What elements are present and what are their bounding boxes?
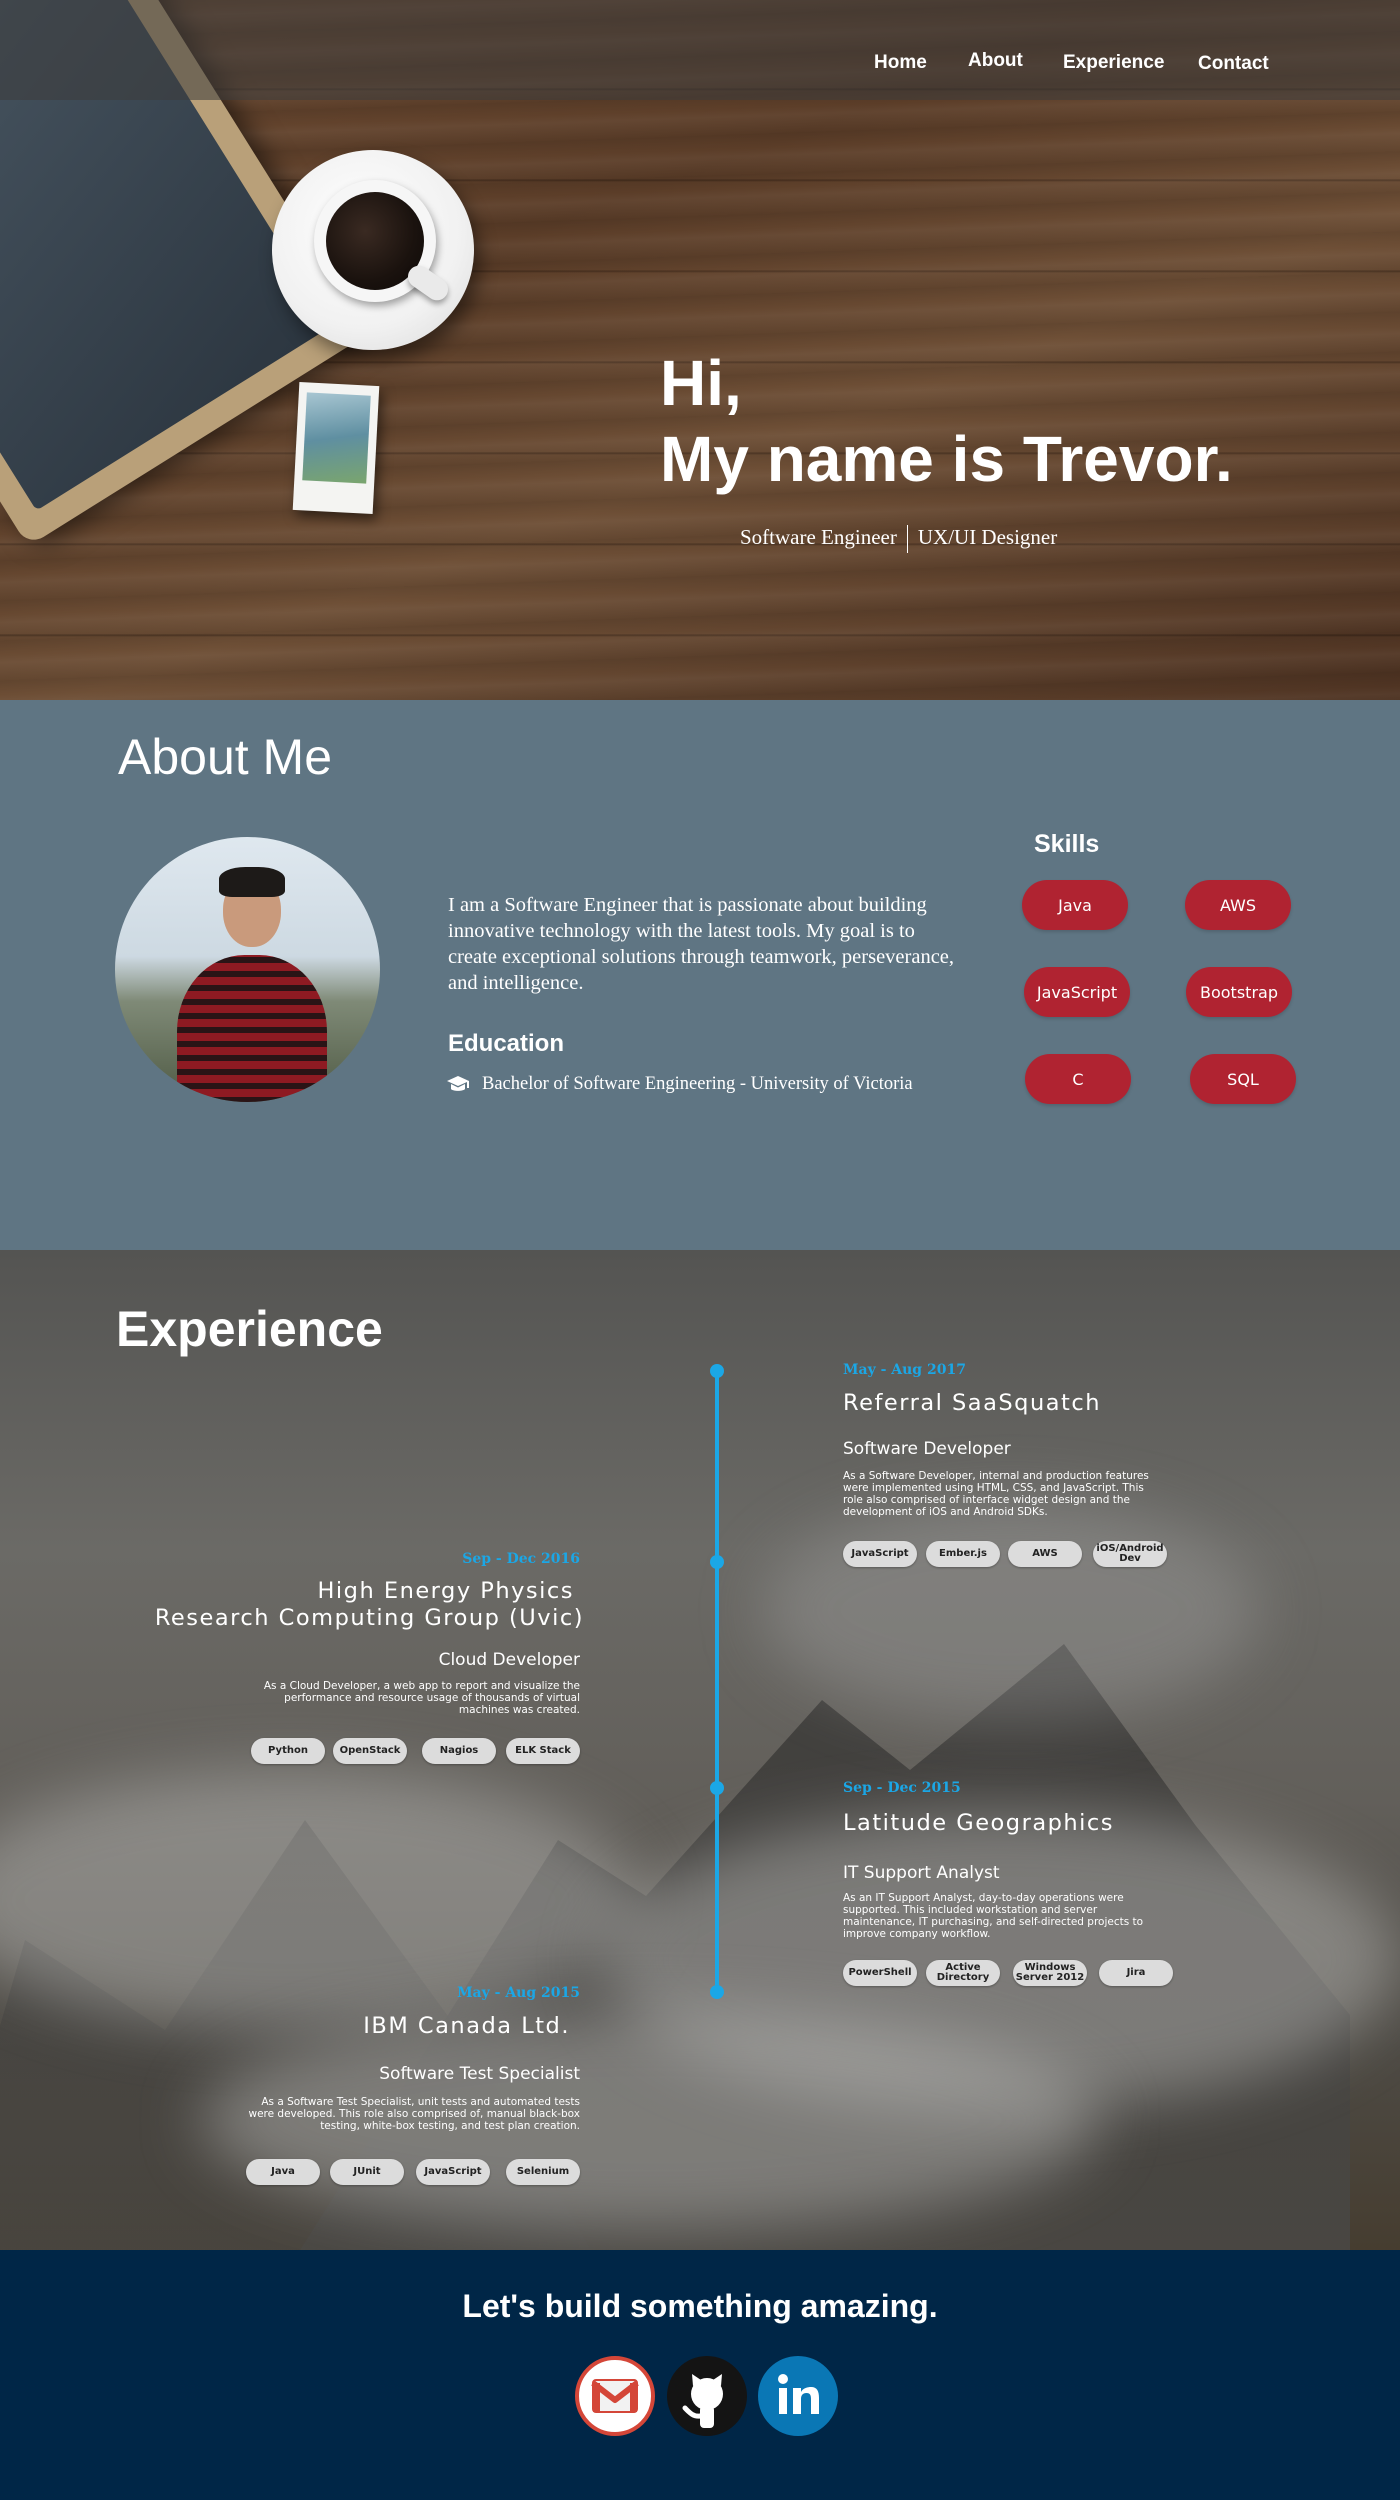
contact-footer: Let's build something amazing. <box>0 2250 1400 2500</box>
timeline-line <box>715 1370 719 1992</box>
footer-tagline: Let's build something amazing. <box>462 2288 938 2324</box>
experience-company: High Energy Physics <box>317 1578 574 1604</box>
skill-bootstrap: Bootstrap <box>1186 967 1292 1017</box>
subtitle-divider <box>906 525 908 554</box>
experience-section: Experience May - Aug 2017 Referral SaaSq… <box>0 1250 1400 2250</box>
skill-javascript: JavaScript <box>1024 967 1130 1017</box>
tech-tag: Jira <box>1099 1960 1173 1986</box>
nav-about-link[interactable]: About <box>968 50 1023 72</box>
tech-tag: Selenium <box>506 2159 580 2185</box>
experience-role: Software Test Specialist <box>379 2064 580 2084</box>
nav-home-link[interactable]: Home <box>874 52 927 74</box>
experience-company: Research Computing Group (Uvic) <box>154 1605 584 1631</box>
tech-tag: Active Directory <box>926 1960 1000 1986</box>
tech-tag: JUnit <box>330 2159 404 2185</box>
top-navbar: Home About Experience Contact <box>0 0 1400 100</box>
tech-tag: PowerShell <box>843 1960 917 1986</box>
tech-tag: JavaScript <box>843 1541 917 1567</box>
profile-photo <box>115 837 380 1102</box>
nav-contact-link[interactable]: Contact <box>1198 53 1269 75</box>
experience-company: IBM Canada Ltd. <box>363 2013 570 2039</box>
skills-title: Skills <box>1034 830 1100 858</box>
skill-java: Java <box>1022 880 1128 930</box>
linkedin-icon[interactable] <box>758 2356 838 2436</box>
experience-date: Sep - Dec 2016 <box>462 1551 580 1567</box>
experience-date: Sep - Dec 2015 <box>843 1780 961 1796</box>
skill-aws: AWS <box>1185 880 1291 930</box>
tech-tag: Java <box>246 2159 320 2185</box>
experience-description: As a Cloud Developer, a web app to repor… <box>263 1680 580 1716</box>
tech-tag: JavaScript <box>416 2159 490 2185</box>
graduation-cap-icon <box>446 1073 470 1095</box>
tech-tag: Windows Server 2012 <box>1013 1960 1087 1986</box>
hero-name: My name is Trevor. <box>660 423 1233 495</box>
about-bio: I am a Software Engineer that is passion… <box>448 894 955 994</box>
tech-tag: Python <box>251 1738 325 1764</box>
experience-description: As an IT Support Analyst, day-to-day ope… <box>843 1892 1144 1940</box>
hero-subtitle: Software Engineer UX/UI Designer <box>740 525 1058 554</box>
education-degree: Bachelor of Software Engineering - Unive… <box>482 1074 913 1094</box>
tech-tag: OpenStack <box>333 1738 407 1764</box>
experience-role: Software Developer <box>843 1439 1011 1459</box>
github-icon[interactable] <box>667 2356 747 2436</box>
education-title: Education <box>448 1030 565 1057</box>
hero-section: Home About Experience Contact Hi, My nam… <box>0 0 1400 700</box>
tech-tag: Nagios <box>422 1738 496 1764</box>
experience-role: IT Support Analyst <box>843 1863 1000 1883</box>
tech-tag: iOS/Android Dev <box>1093 1541 1167 1567</box>
hero-role-designer: UX/UI Designer <box>917 525 1058 549</box>
skill-c: C <box>1025 1054 1131 1104</box>
tech-tag: ELK Stack <box>506 1738 580 1764</box>
timeline-dot <box>710 1781 724 1795</box>
nav-experience-link[interactable]: Experience <box>1063 52 1164 74</box>
timeline-dot <box>710 1555 724 1569</box>
about-title: About Me <box>118 729 333 785</box>
timeline-dot <box>710 1985 724 1999</box>
experience-description: As a Software Developer, internal and pr… <box>843 1470 1149 1518</box>
experience-date: May - Aug 2015 <box>457 1985 580 2001</box>
tech-tag: AWS <box>1008 1541 1082 1567</box>
timeline-dot <box>710 1364 724 1378</box>
hero-role-engineer: Software Engineer <box>740 525 897 549</box>
experience-date: May - Aug 2017 <box>843 1362 966 1378</box>
experience-role: Cloud Developer <box>438 1650 580 1670</box>
polaroid-image <box>292 381 380 515</box>
tech-tag: Ember.js <box>926 1541 1000 1567</box>
gmail-icon[interactable] <box>575 2356 655 2436</box>
experience-description: As a Software Test Specialist, unit test… <box>248 2096 581 2132</box>
experience-company: Referral SaaSquatch <box>843 1390 1101 1416</box>
about-section: About Me I am a Software Engineer that i… <box>0 700 1400 1250</box>
experience-title: Experience <box>116 1301 383 1357</box>
skill-sql: SQL <box>1190 1054 1296 1104</box>
experience-company: Latitude Geographics <box>843 1810 1115 1836</box>
hero-greeting: Hi, <box>660 347 742 419</box>
